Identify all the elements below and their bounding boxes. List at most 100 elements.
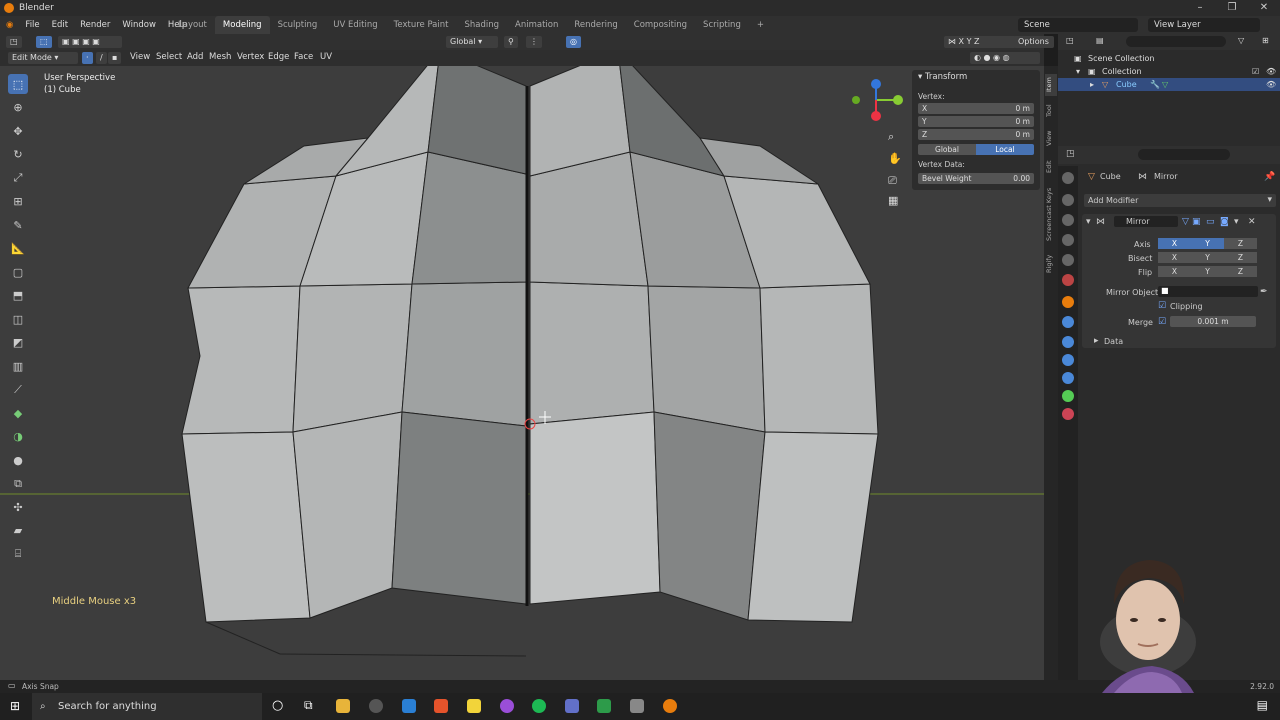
ortho-toggle-icon[interactable]: ▦ [888,194,898,207]
vertex-x-field[interactable]: X 0 m [918,103,1034,114]
editor-type-icon[interactable]: ◳ [6,36,22,48]
notification-icon[interactable]: ▤ [1257,698,1268,712]
modifier-menu-icon[interactable]: ▾ [1234,217,1239,227]
tab-compositing[interactable]: Compositing [626,16,695,34]
spotify-icon[interactable] [532,699,546,713]
pin-icon[interactable]: 📌 [1264,172,1275,182]
bisect-x-toggle[interactable]: X [1158,252,1191,263]
smooth-tool-icon[interactable]: ● [8,450,28,470]
tab-rigify[interactable]: Rigify [1045,252,1057,276]
menu-edge[interactable]: Edge [268,52,289,62]
add-cube-tool-icon[interactable]: ▢ [8,262,28,282]
vertex-select-icon[interactable]: · [82,52,93,64]
menu-view[interactable]: View [130,52,150,62]
menu-file[interactable]: File [19,20,45,30]
tab-layout[interactable]: Layout [170,16,215,34]
data-subpanel-label[interactable]: Data [1104,337,1123,346]
merge-checkbox[interactable]: ☑ [1158,317,1166,327]
data-props-tab-icon[interactable] [1062,390,1074,402]
transform-tool-icon[interactable]: ⊞ [8,192,28,212]
spin-tool-icon[interactable]: ◑ [8,427,28,447]
measure-tool-icon[interactable]: 📐 [8,239,28,259]
properties-search-input[interactable] [1138,149,1230,160]
merge-distance-field[interactable]: 0.001 m [1170,316,1256,327]
minimize-icon[interactable]: – [1184,0,1216,16]
viewport-shading-icons[interactable]: ◐ ● ◉ ◍ [970,52,1040,64]
add-workspace-icon[interactable]: + [749,16,772,34]
tab-texture-paint[interactable]: Texture Paint [386,16,457,34]
zoom-icon[interactable]: ⌕ [888,130,894,144]
render-toggle-icon[interactable]: ◙ [1220,217,1229,227]
tab-rendering[interactable]: Rendering [566,16,625,34]
scene-props-tab-icon[interactable] [1062,254,1074,266]
local-button[interactable]: Local [976,144,1034,155]
outliner-item-scene-collection[interactable]: ▣ Scene Collection [1058,52,1280,65]
tool-props-tab-icon[interactable] [1062,172,1074,184]
menu-render[interactable]: Render [74,20,116,30]
material-props-tab-icon[interactable] [1062,408,1074,420]
edge-select-icon[interactable]: / [96,52,107,64]
bevel-tool-icon[interactable]: ◩ [8,333,28,353]
tab-sculpting[interactable]: Sculpting [270,16,326,34]
tab-tool[interactable]: Tool [1045,102,1057,120]
vertex-y-field[interactable]: Y 0 m [918,116,1034,127]
taskbar-search-input[interactable]: ⌕ Search for anything [32,693,262,720]
snap-icon[interactable]: ⋮ [526,36,542,48]
menu-face[interactable]: Face [294,52,313,62]
data-expand-arrow-icon[interactable]: ▸ [1094,336,1099,346]
menu-mesh[interactable]: Mesh [209,52,231,62]
shrink-fatten-tool-icon[interactable]: ✣ [8,497,28,517]
flip-x-toggle[interactable]: X [1158,266,1191,277]
menu-select[interactable]: Select [156,52,182,62]
viewport-toggle-icon[interactable]: ▭ [1206,217,1215,227]
outliner-search-input[interactable] [1126,36,1226,47]
flip-z-toggle[interactable]: Z [1224,266,1257,277]
select-tool-icon[interactable]: ⬚ [8,74,28,94]
menu-add[interactable]: Add [187,52,203,62]
clipping-checkbox[interactable]: ☑ [1158,301,1166,311]
tab-animation[interactable]: Animation [507,16,566,34]
axis-x-toggle[interactable]: X [1158,238,1191,249]
mirror-axes[interactable]: ⋈ X Y Z [944,36,1016,48]
scale-tool-icon[interactable]: ⤢ [8,168,28,188]
mirror-object-field[interactable]: ■ [1158,286,1258,297]
bisect-y-toggle[interactable]: Y [1191,252,1224,263]
tab-edit[interactable]: Edit [1045,158,1057,176]
menu-edit[interactable]: Edit [46,20,74,30]
mail-icon[interactable] [402,699,416,713]
transform-panel-header[interactable]: ▾ Transform [918,72,967,82]
chrome-icon[interactable] [369,699,383,713]
annotate-tool-icon[interactable]: ✎ [8,215,28,235]
rotate-tool-icon[interactable]: ↻ [8,145,28,165]
bevel-weight-field[interactable]: Bevel Weight 0.00 [918,173,1034,184]
outliner-item-cube[interactable]: ▸ ▽ Cube 🔧 ▽ 👁 [1058,78,1280,91]
constraints-props-tab-icon[interactable] [1062,372,1074,384]
outliner-filter-icon[interactable]: ▤ [1096,34,1104,47]
navigation-gizmo[interactable] [848,78,908,138]
bisect-z-toggle[interactable]: Z [1224,252,1257,263]
maximize-icon[interactable]: ❐ [1216,0,1248,16]
menu-uv[interactable]: UV [320,52,332,62]
axis-y-toggle[interactable]: Y [1191,238,1224,249]
blender-menu-icon[interactable]: ◉ [0,20,19,30]
collapse-arrow-icon[interactable]: ▾ [1086,217,1091,227]
global-button[interactable]: Global [918,144,976,155]
cortana-icon[interactable]: ○ [272,698,283,713]
discord-icon[interactable] [565,699,579,713]
pan-hand-icon[interactable]: ✋ [888,152,902,165]
shear-tool-icon[interactable]: ▰ [8,521,28,541]
blender-taskbar-icon[interactable] [663,699,677,713]
tab-shading[interactable]: Shading [456,16,507,34]
proportional-edit-icon[interactable]: ◎ [566,36,581,48]
spreadsheet-icon[interactable] [597,699,611,713]
move-tool-icon[interactable]: ✥ [8,121,28,141]
rip-tool-icon[interactable]: ⌸ [8,544,28,564]
new-collection-icon[interactable]: ⊞ [1262,34,1269,47]
world-props-tab-icon[interactable] [1062,274,1074,286]
add-modifier-dropdown[interactable]: Add Modifier ▾ [1084,194,1276,207]
outliner-editor-icon[interactable]: ◳ [1066,34,1074,47]
edit-mode-toggle-icon[interactable]: ▽ [1182,217,1189,227]
outliner-item-collection[interactable]: ▾ ▣ Collection ☑ 👁 [1058,65,1280,78]
tab-scripting[interactable]: Scripting [695,16,749,34]
modifier-props-tab-icon[interactable] [1062,316,1074,328]
